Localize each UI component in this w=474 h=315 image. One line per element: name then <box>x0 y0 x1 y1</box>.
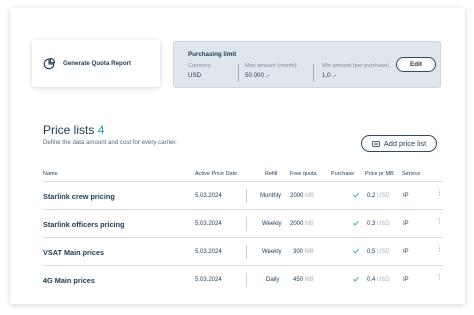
currency-label: Currency <box>188 63 211 69</box>
price-lists-count: 4 <box>97 123 105 137</box>
table-row[interactable]: Starlink crew pricing 5.03.2024 Monthly … <box>43 182 443 210</box>
row-name[interactable]: Starlink crew pricing <box>43 192 115 201</box>
row-divider <box>246 217 247 231</box>
check-icon <box>353 276 359 282</box>
row-quota: 2000 MB <box>290 221 315 227</box>
row-price: 0,3 USD <box>367 221 390 227</box>
price-lists-title: Price lists <box>43 123 95 137</box>
check-icon <box>353 220 359 226</box>
row-price: 0,4 USD <box>367 277 390 283</box>
edit-button[interactable]: Edit <box>396 57 436 72</box>
more-options-icon[interactable]: ⋮ <box>436 190 443 197</box>
row-name[interactable]: VSAT Main prices <box>43 248 104 257</box>
row-service: IP <box>403 221 409 227</box>
more-options-icon[interactable]: ⋮ <box>436 274 443 281</box>
row-date: 5.03.2024 <box>195 193 222 199</box>
row-service: IP <box>403 249 409 255</box>
check-icon <box>353 192 359 198</box>
generate-quota-report-button[interactable]: Generate Quota Report <box>32 40 160 87</box>
max-amount-value: 50 000 .- <box>245 72 270 79</box>
add-price-list-label: Add price list <box>383 139 427 148</box>
table-row[interactable]: 4G Main prices 5.03.2024 Daily 450 MB 0,… <box>43 266 443 294</box>
max-amount-label: Max amount (month) <box>245 63 297 69</box>
chart-pie-icon <box>43 57 55 69</box>
row-date: 5.03.2024 <box>195 221 222 227</box>
price-list-icon <box>371 140 380 147</box>
col-free-quota: Free quota <box>290 171 317 177</box>
row-name[interactable]: 4G Main prices <box>43 276 95 285</box>
purchasing-limit-title: Purchasing limit <box>188 51 237 58</box>
row-price: 0,5 USD <box>367 249 390 255</box>
col-name: Name <box>43 171 58 177</box>
col-service: Service <box>402 171 421 177</box>
row-service: IP <box>403 277 409 283</box>
table-header: Name Active Price Date Refill Free quota… <box>43 166 443 182</box>
row-date: 5.03.2024 <box>195 277 222 283</box>
row-price: 0,2 USD <box>367 193 390 199</box>
max-amount-field: Max amount (month) 50 000 .- <box>245 63 297 79</box>
row-date: 5.03.2024 <box>195 249 222 255</box>
row-refill: Weekly <box>262 221 282 227</box>
add-price-list-button[interactable]: Add price list <box>361 135 437 152</box>
row-refill: Monthly <box>260 193 282 199</box>
row-name[interactable]: Starlink officers pricing <box>43 220 125 229</box>
min-amount-label: Min amount (per purchase) <box>322 63 390 69</box>
row-service: IP <box>403 193 409 199</box>
row-quota: 450 MB <box>293 277 314 283</box>
price-lists-heading: Price lists 4 <box>43 123 104 137</box>
purchasing-limit-panel: Purchasing limit Currency USD Max amount… <box>173 41 441 88</box>
row-quota: 300 MB <box>293 249 314 255</box>
generate-quota-report-label: Generate Quota Report <box>63 60 132 67</box>
currency-value: USD <box>188 72 202 79</box>
col-purchase: Purchase <box>331 171 355 177</box>
col-active-date: Active Price Date <box>195 171 238 177</box>
more-options-icon[interactable]: ⋮ <box>436 218 443 225</box>
main-card: Generate Quota Report Purchasing limit C… <box>10 8 465 304</box>
more-options-icon[interactable]: ⋮ <box>436 246 443 253</box>
row-refill: Weekly <box>262 249 282 255</box>
col-refill: Refill <box>265 171 278 177</box>
row-divider <box>246 273 247 287</box>
min-amount-value: 1,0 .- <box>322 72 337 79</box>
row-refill: Daily <box>266 277 280 283</box>
row-quota: 2000 MB <box>290 193 315 199</box>
limit-divider <box>313 64 314 82</box>
currency-field: Currency USD <box>188 63 211 79</box>
price-lists-subtitle: Define the data amount and cost for ever… <box>43 139 177 146</box>
col-price-pr-mb: Price pr MB <box>365 171 394 177</box>
table-row[interactable]: VSAT Main prices 5.03.2024 Weekly 300 MB… <box>43 238 443 266</box>
row-divider <box>246 189 247 203</box>
limit-divider <box>238 64 239 82</box>
table-row[interactable]: Starlink officers pricing 5.03.2024 Week… <box>43 210 443 238</box>
row-divider <box>246 245 247 259</box>
min-amount-field: Min amount (per purchase) 1,0 .- <box>322 63 389 79</box>
check-icon <box>353 248 359 254</box>
